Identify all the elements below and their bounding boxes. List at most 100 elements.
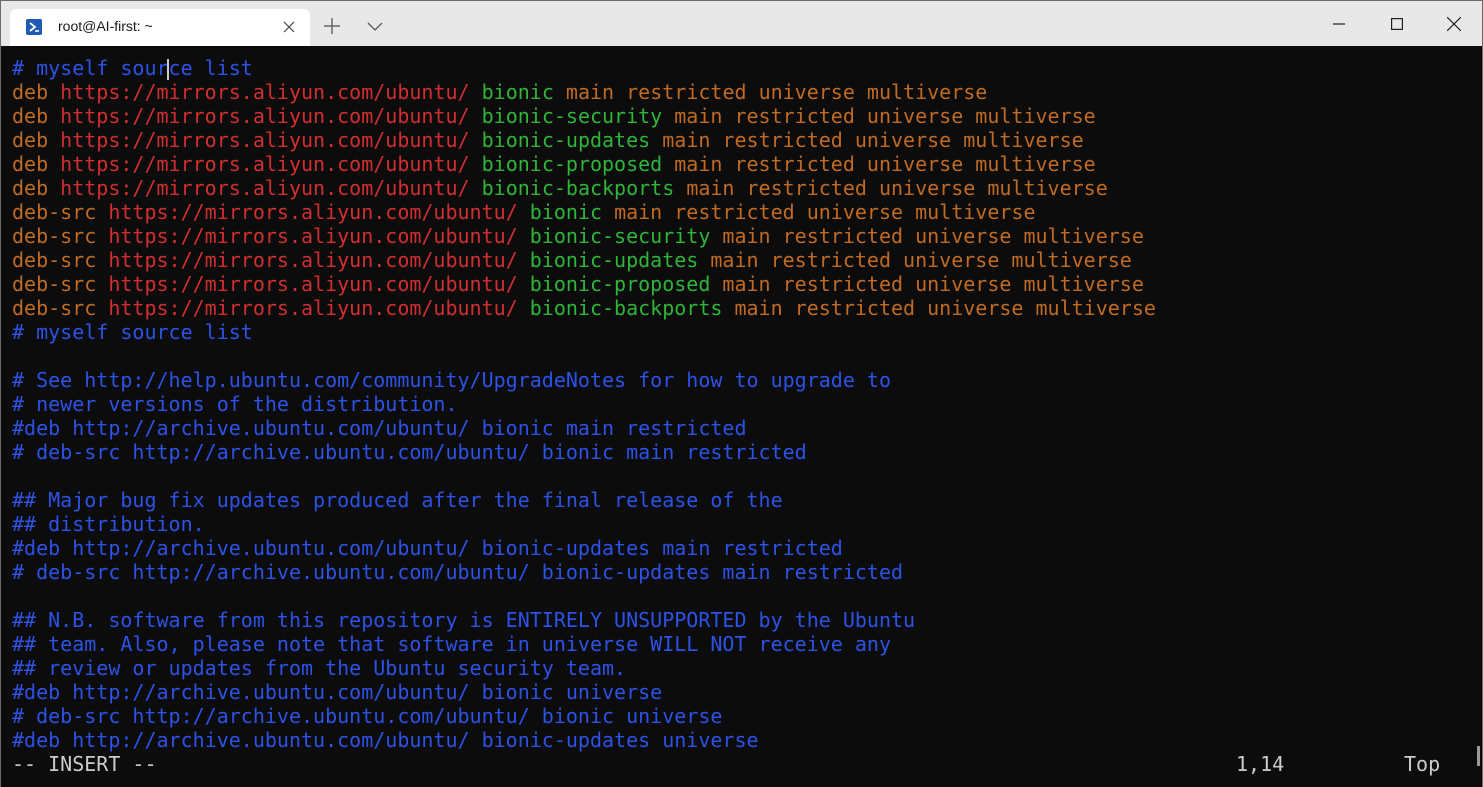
line-segment: # newer versions of the distribution. [12, 392, 458, 416]
editor-line: deb-src https://mirrors.aliyun.com/ubunt… [12, 200, 1156, 224]
scrollbar-thumb[interactable] [1477, 746, 1480, 766]
line-segment: #deb http://archive.ubuntu.com/ubuntu/ b… [12, 536, 843, 560]
line-segment: # deb-src http://archive.ubuntu.com/ubun… [12, 560, 904, 584]
line-segment: main restricted universe multiverse [722, 224, 1144, 248]
editor-line: #deb http://archive.ubuntu.com/ubuntu/ b… [12, 680, 1156, 704]
line-segment: # myself source list [12, 56, 253, 80]
line-segment: main restricted universe multiverse [565, 80, 988, 104]
scroll-position: Top [1404, 752, 1441, 776]
line-segment: https://mirrors.aliyun.com/ubuntu/ [108, 224, 530, 248]
editor-line: #deb http://archive.ubuntu.com/ubuntu/ b… [12, 416, 1156, 440]
editor-line: # deb-src http://archive.ubuntu.com/ubun… [12, 560, 1156, 584]
line-segment: https://mirrors.aliyun.com/ubuntu/ [60, 104, 482, 128]
editor-line: deb-src https://mirrors.aliyun.com/ubunt… [12, 272, 1156, 296]
editor-line: ## review or updates from the Ubuntu sec… [12, 656, 1156, 680]
line-segment: bionic [529, 200, 615, 224]
cursor-position: 1,14 [1236, 752, 1285, 776]
maximize-icon [1391, 17, 1403, 30]
line-segment: deb [12, 152, 61, 176]
line-segment: deb [12, 104, 61, 128]
line-segment: bionic-proposed [529, 272, 723, 296]
line-segment: deb [12, 176, 61, 200]
powershell-icon [26, 19, 42, 35]
line-segment: https://mirrors.aliyun.com/ubuntu/ [108, 200, 530, 224]
editor-line: deb https://mirrors.aliyun.com/ubuntu/ b… [12, 152, 1156, 176]
line-segment: main restricted universe multiverse [686, 176, 1108, 200]
editor-line: # See http://help.ubuntu.com/community/U… [12, 368, 1156, 392]
title-bar: root@AI-first: ~ [1, 1, 1482, 46]
line-segment: main restricted universe multiverse [662, 128, 1084, 152]
editor-line: deb-src https://mirrors.aliyun.com/ubunt… [12, 296, 1156, 320]
line-segment: deb-src [12, 272, 109, 296]
line-segment: ## team. Also, please note that software… [12, 632, 891, 656]
line-segment: deb-src [12, 224, 109, 248]
minimize-button[interactable] [1310, 1, 1368, 46]
line-segment: main restricted universe multiverse [674, 104, 1096, 128]
line-segment: bionic-security [529, 224, 723, 248]
line-segment: https://mirrors.aliyun.com/ubuntu/ [108, 296, 530, 320]
line-segment: main restricted universe multiverse [734, 296, 1156, 320]
line-segment: ## Major bug fix updates produced after … [12, 488, 783, 512]
editor-line: # myself source list [12, 320, 1156, 344]
editor-line: deb https://mirrors.aliyun.com/ubuntu/ b… [12, 176, 1156, 200]
line-segment: main restricted universe multiverse [722, 272, 1144, 296]
line-segment: # deb-src http://archive.ubuntu.com/ubun… [12, 704, 723, 728]
editor-line: deb-src https://mirrors.aliyun.com/ubunt… [12, 248, 1156, 272]
editor-buffer[interactable]: # myself source list deb https://mirrors.… [12, 56, 1156, 752]
line-segment: ## review or updates from the Ubuntu sec… [12, 656, 627, 680]
editor-line: #deb http://archive.ubuntu.com/ubuntu/ b… [12, 728, 1156, 752]
line-segment: ## N.B. software from this repository is… [12, 608, 916, 632]
line-segment: https://mirrors.aliyun.com/ubuntu/ [108, 248, 530, 272]
line-segment: # See http://help.ubuntu.com/community/U… [12, 368, 891, 392]
line-segment: deb-src [12, 248, 109, 272]
editor-line: deb https://mirrors.aliyun.com/ubuntu/ b… [12, 128, 1156, 152]
line-segment: bionic-proposed [481, 152, 675, 176]
line-segment: deb [12, 128, 61, 152]
editor-line: deb https://mirrors.aliyun.com/ubuntu/ b… [12, 104, 1156, 128]
line-segment: bionic [481, 80, 566, 104]
terminal-content[interactable]: # myself source list deb https://mirrors.… [1, 46, 1482, 787]
line-segment: https://mirrors.aliyun.com/ubuntu/ [60, 152, 482, 176]
mode-indicator: -- INSERT -- [12, 752, 157, 776]
line-segment: # myself source list [12, 320, 253, 344]
line-segment: deb [12, 80, 61, 104]
scrollbar[interactable] [1474, 46, 1482, 787]
close-tab-icon[interactable] [281, 19, 297, 35]
close-window-button[interactable] [1425, 1, 1483, 46]
line-segment: bionic-backports [481, 176, 687, 200]
line-segment: main restricted universe multiverse [674, 152, 1096, 176]
line-segment: deb-src [12, 200, 109, 224]
tab-title: root@AI-first: ~ [58, 18, 153, 34]
editor-line: # deb-src http://archive.ubuntu.com/ubun… [12, 704, 1156, 728]
line-segment: deb-src [12, 296, 109, 320]
line-segment: main restricted universe multiverse [614, 200, 1036, 224]
maximize-button[interactable] [1368, 1, 1426, 46]
text-cursor [167, 59, 169, 80]
line-segment: bionic-backports [529, 296, 735, 320]
tab-active[interactable]: root@AI-first: ~ [10, 9, 310, 46]
line-segment: https://mirrors.aliyun.com/ubuntu/ [108, 272, 530, 296]
editor-line: # myself source list [12, 56, 1156, 80]
close-icon [1447, 16, 1461, 31]
editor-line: deb https://mirrors.aliyun.com/ubuntu/ b… [12, 80, 1156, 104]
line-segment: https://mirrors.aliyun.com/ubuntu/ [60, 80, 482, 104]
line-segment: #deb http://archive.ubuntu.com/ubuntu/ b… [12, 728, 759, 752]
line-segment: bionic-security [481, 104, 675, 128]
editor-line: ## distribution. [12, 512, 1156, 536]
line-segment: bionic-updates [481, 128, 663, 152]
line-segment: ## distribution. [12, 512, 205, 536]
vim-status-line: -- INSERT -- 1,14 Top [12, 752, 1452, 776]
line-segment: https://mirrors.aliyun.com/ubuntu/ [60, 128, 482, 152]
minimize-icon [1333, 22, 1345, 25]
new-tab-icon[interactable] [321, 15, 343, 37]
editor-line: # deb-src http://archive.ubuntu.com/ubun… [12, 440, 1156, 464]
editor-line: deb-src https://mirrors.aliyun.com/ubunt… [12, 224, 1156, 248]
chevron-down-icon[interactable] [364, 17, 386, 35]
line-segment: #deb http://archive.ubuntu.com/ubuntu/ b… [12, 416, 747, 440]
line-segment: https://mirrors.aliyun.com/ubuntu/ [60, 176, 482, 200]
terminal-window: root@AI-first: ~ # myself source list de… [0, 0, 1483, 787]
line-segment: main restricted universe multiverse [710, 248, 1132, 272]
